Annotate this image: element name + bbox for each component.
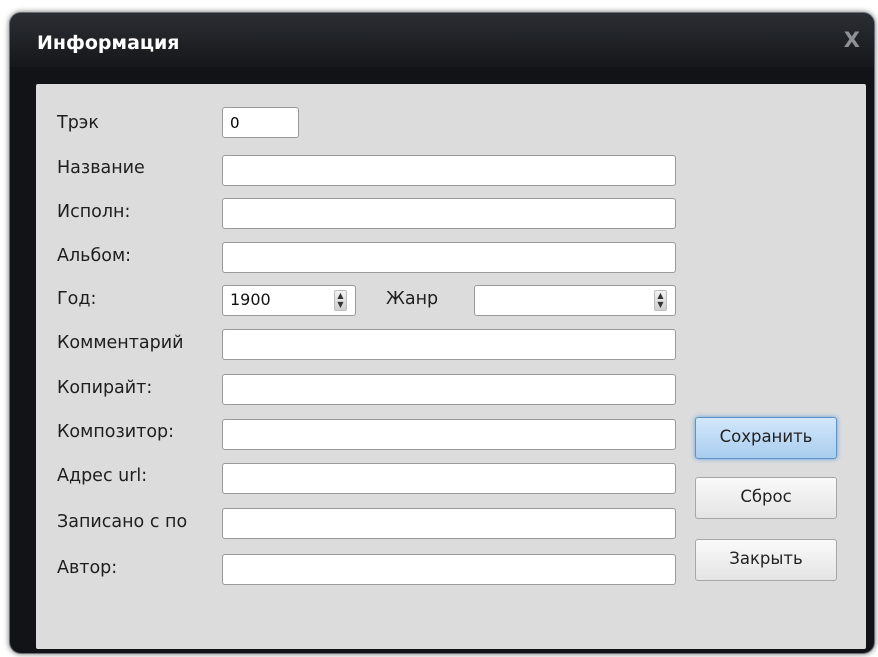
spinner-arrows-icon[interactable]: ▲ ▼ (654, 290, 667, 311)
author-label: Автор: (57, 558, 118, 578)
composer-label: Композитор: (57, 422, 175, 442)
composer-input[interactable] (222, 419, 676, 450)
comment-input[interactable] (222, 329, 676, 360)
url-label: Адрес url: (57, 466, 148, 486)
year-value: 1900 (230, 290, 271, 309)
year-label: Год: (57, 289, 97, 309)
title-input[interactable] (222, 155, 676, 186)
genre-label: Жанр (386, 289, 439, 309)
spinner-arrows-icon[interactable]: ▲ ▼ (334, 290, 347, 311)
close-icon[interactable]: X (844, 28, 860, 52)
artist-input[interactable] (222, 198, 676, 229)
album-input[interactable] (222, 242, 676, 273)
window-title: Информация (37, 32, 180, 54)
artist-label: Исполн: (57, 202, 131, 222)
form-panel: Трэк Название Исполн: Альбом: Год: 1900 … (36, 84, 866, 649)
comment-label: Комментарий (57, 333, 184, 353)
encoded-by-input[interactable] (222, 508, 676, 539)
copyright-input[interactable] (222, 374, 676, 405)
year-spinner[interactable]: 1900 ▲ ▼ (222, 285, 356, 316)
copyright-label: Копирайт: (57, 378, 153, 398)
author-input[interactable] (222, 554, 676, 585)
track-label: Трэк (57, 113, 99, 133)
encoded-by-label: Записано с по (57, 512, 188, 532)
save-button[interactable]: Сохранить (695, 417, 837, 459)
reset-button[interactable]: Сброс (695, 477, 837, 519)
title-bar[interactable]: Информация X (10, 13, 874, 67)
close-button[interactable]: Закрыть (695, 539, 837, 581)
info-dialog: Информация X Трэк Название Исполн: Альбо… (9, 12, 875, 654)
title-label: Название (57, 158, 145, 178)
genre-spinner[interactable]: ▲ ▼ (474, 285, 676, 316)
track-input[interactable] (222, 107, 299, 138)
album-label: Альбом: (57, 246, 132, 266)
url-input[interactable] (222, 463, 676, 494)
